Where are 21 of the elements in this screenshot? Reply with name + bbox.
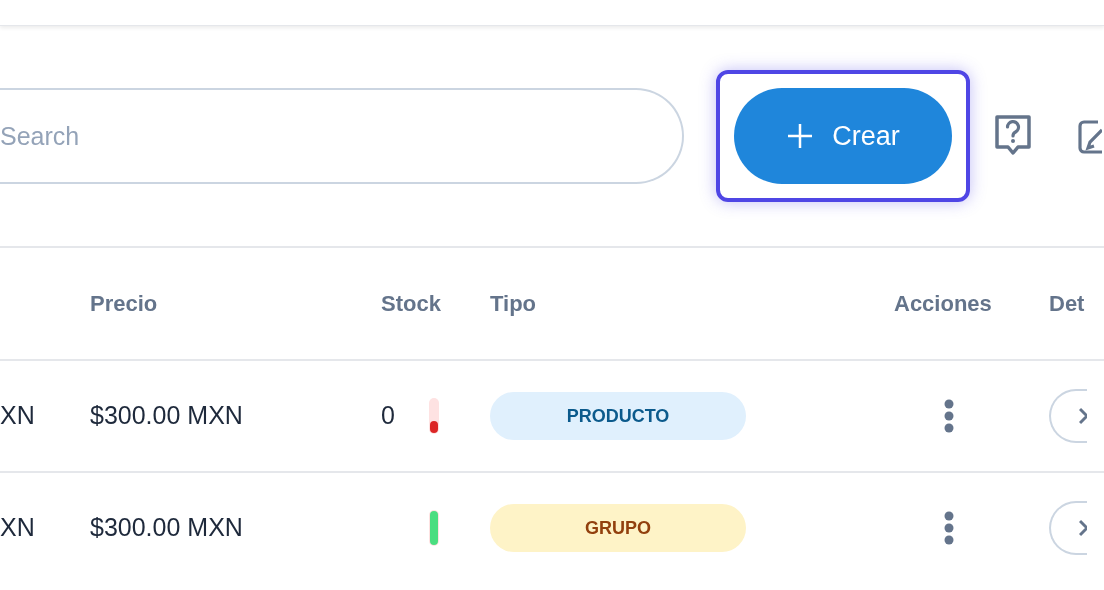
search-field[interactable]: Search [0,88,684,184]
type-tag: PRODUCTO [490,392,746,440]
chevron-icon [1079,407,1087,425]
help-icon[interactable] [994,114,1032,158]
table-cell-text: XN [0,400,35,432]
stock-count: 0 [381,401,395,430]
column-header: Stock [381,290,441,318]
chevron-icon [1079,519,1087,537]
column-header: Tipo [490,290,537,318]
column-header: Acciones [894,290,992,318]
type-tag: GRUPO [490,504,746,552]
column-header: Det [1049,290,1085,318]
more-icon[interactable] [944,511,954,545]
price-text: $300.00 MXN [90,512,243,544]
table-cell-text: XN [0,512,35,544]
more-icon[interactable] [944,399,954,433]
price-text: $300.00 MXN [90,400,243,432]
plus-icon [786,122,815,150]
column-header: Precio [90,290,158,318]
edit-icon[interactable] [1078,118,1102,154]
create-button[interactable]: Crear [734,88,952,184]
